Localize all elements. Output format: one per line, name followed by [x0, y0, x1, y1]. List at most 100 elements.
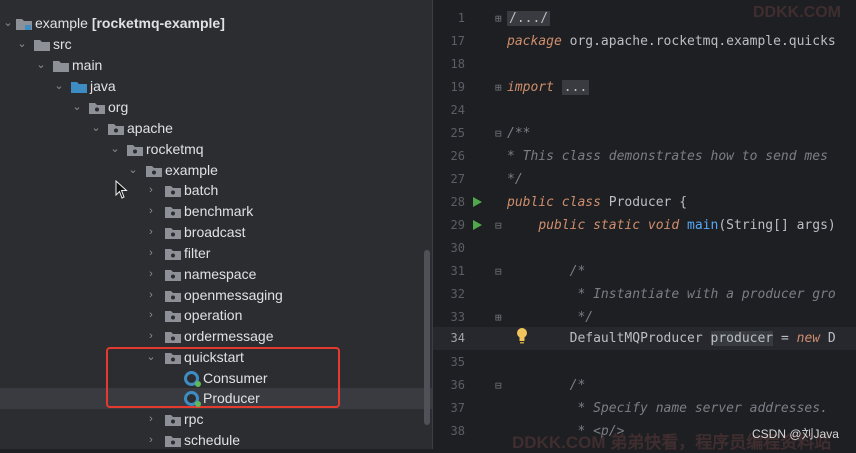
code-text: */: [507, 310, 594, 325]
code-text: package: [507, 34, 562, 49]
code-line[interactable]: 30: [433, 237, 856, 260]
tree-item-label: org: [108, 99, 129, 115]
code-line[interactable]: 29 ⊟ public static void main(String[] ar…: [433, 214, 856, 237]
run-icon[interactable]: [473, 220, 482, 230]
tree-item-label: openmessaging: [184, 287, 283, 303]
code-line[interactable]: 36 ⊟ /*: [433, 374, 856, 397]
chevron-down-icon[interactable]: ⌄: [53, 76, 65, 97]
code-line[interactable]: 32 * Instantiate with a producer gro: [433, 283, 856, 306]
tree-item-label: main: [72, 57, 103, 73]
code-text: /*: [507, 264, 586, 279]
code-line[interactable]: 28 public class Producer {: [433, 191, 856, 214]
red-highlight-box: [106, 347, 340, 408]
code-text: * This class demonstrates how to send me…: [507, 149, 828, 164]
code-text: (String[] args): [718, 218, 836, 233]
code-text: public class: [507, 195, 601, 210]
code-line[interactable]: 26 * This class demonstrates how to send…: [433, 145, 856, 168]
line-number: 31: [450, 264, 465, 278]
fold-icon[interactable]: ⊞: [495, 7, 507, 30]
folded-imports[interactable]: ...: [561, 80, 590, 95]
mouse-cursor-icon: [115, 180, 128, 199]
code-line[interactable]: 18: [433, 53, 856, 76]
code-line[interactable]: 24: [433, 99, 856, 122]
code-line[interactable]: 17 package org.apache.rocketmq.example.q…: [433, 30, 856, 53]
folded-header[interactable]: /.../: [507, 11, 551, 26]
folder-icon: [34, 39, 50, 51]
code-editor[interactable]: 1 ⊞ /.../ 17 package org.apache.rocketmq…: [433, 0, 856, 449]
package-icon: [165, 185, 181, 197]
fold-icon[interactable]: ⊟: [495, 214, 507, 237]
code-text: D: [820, 331, 836, 346]
chevron-right-icon[interactable]: ›: [145, 180, 157, 201]
tree-item-label: schedule: [184, 432, 241, 448]
code-text: org.apache.rocketmq.example.quicks: [561, 34, 836, 49]
fold-icon[interactable]: ⊟: [495, 374, 507, 397]
package-icon: [165, 290, 181, 302]
chevron-down-icon[interactable]: ⌄: [71, 97, 83, 118]
line-number: 27: [450, 172, 465, 186]
chevron-down-icon[interactable]: ⌄: [16, 34, 28, 55]
code-text: /**: [507, 126, 531, 141]
tree-item-label: filter: [184, 245, 211, 261]
code-text: producer: [710, 331, 774, 346]
fold-icon[interactable]: ⊞: [495, 76, 507, 99]
run-icon[interactable]: [473, 197, 482, 207]
package-icon: [89, 102, 105, 114]
code-text: * Specify name server addresses.: [507, 401, 828, 416]
chevron-right-icon[interactable]: ›: [145, 409, 157, 430]
code-text: */: [507, 172, 523, 187]
folder-icon: [53, 60, 69, 72]
chevron-down-icon[interactable]: ⌄: [127, 160, 139, 181]
package-icon: [165, 206, 181, 218]
line-number: 26: [450, 149, 465, 163]
line-number: 28: [450, 195, 465, 209]
watermark-top: DDKK.COM: [753, 4, 841, 21]
lightbulb-icon[interactable]: [515, 327, 529, 345]
chevron-right-icon[interactable]: ›: [145, 285, 157, 306]
csdn-watermark: CSDN @刘Java: [752, 427, 839, 441]
chevron-down-icon[interactable]: ⌄: [2, 13, 14, 34]
chevron-right-icon[interactable]: ›: [145, 305, 157, 326]
tree-item-label: benchmark: [184, 203, 254, 219]
chevron-down-icon[interactable]: ⌄: [35, 55, 47, 76]
chevron-right-icon[interactable]: ›: [145, 201, 157, 222]
code-line[interactable]: 33 ⊞ */: [433, 306, 856, 329]
tree-scrollbar[interactable]: [424, 250, 430, 425]
fold-icon[interactable]: ⊟: [495, 122, 507, 145]
package-icon: [165, 227, 181, 239]
chevron-right-icon[interactable]: ›: [145, 222, 157, 243]
root-name: example: [35, 15, 88, 31]
tree-item-label: batch: [184, 182, 219, 198]
chevron-down-icon[interactable]: ⌄: [90, 118, 102, 139]
chevron-right-icon[interactable]: ›: [145, 243, 157, 264]
fold-icon[interactable]: ⊟: [495, 260, 507, 283]
code-text: DefaultMQProducer: [569, 331, 711, 346]
code-line[interactable]: 27 */: [433, 168, 856, 191]
package-icon: [165, 269, 181, 281]
code-line[interactable]: 35: [433, 351, 856, 374]
code-text: main: [687, 218, 719, 233]
tree-item-label: rpc: [184, 411, 204, 427]
module-folder-icon: [16, 18, 32, 30]
chevron-right-icon[interactable]: ›: [145, 430, 157, 449]
line-number: 38: [450, 424, 465, 438]
chevron-down-icon[interactable]: ⌄: [109, 139, 121, 160]
code-line[interactable]: 25 ⊟ /**: [433, 122, 856, 145]
line-number: 25: [450, 126, 465, 140]
package-icon: [108, 123, 124, 135]
code-line-current[interactable]: 34 DefaultMQProducer producer = new D: [433, 327, 856, 350]
code-text: Producer {: [608, 195, 688, 210]
line-number: 37: [450, 401, 465, 415]
package-icon: [127, 144, 143, 156]
fold-icon[interactable]: ⊞: [495, 306, 507, 329]
chevron-right-icon[interactable]: ›: [145, 326, 157, 347]
package-icon: [146, 165, 162, 177]
code-text: =: [773, 331, 797, 346]
line-number: 1: [457, 11, 465, 25]
chevron-right-icon[interactable]: ›: [145, 264, 157, 285]
code-line[interactable]: 31 ⊟ /*: [433, 260, 856, 283]
line-number: 35: [450, 355, 465, 369]
tree-item-label: broadcast: [184, 224, 246, 240]
code-line[interactable]: 19 ⊞ import ...: [433, 76, 856, 99]
code-line[interactable]: 37 * Specify name server addresses.: [433, 397, 856, 420]
